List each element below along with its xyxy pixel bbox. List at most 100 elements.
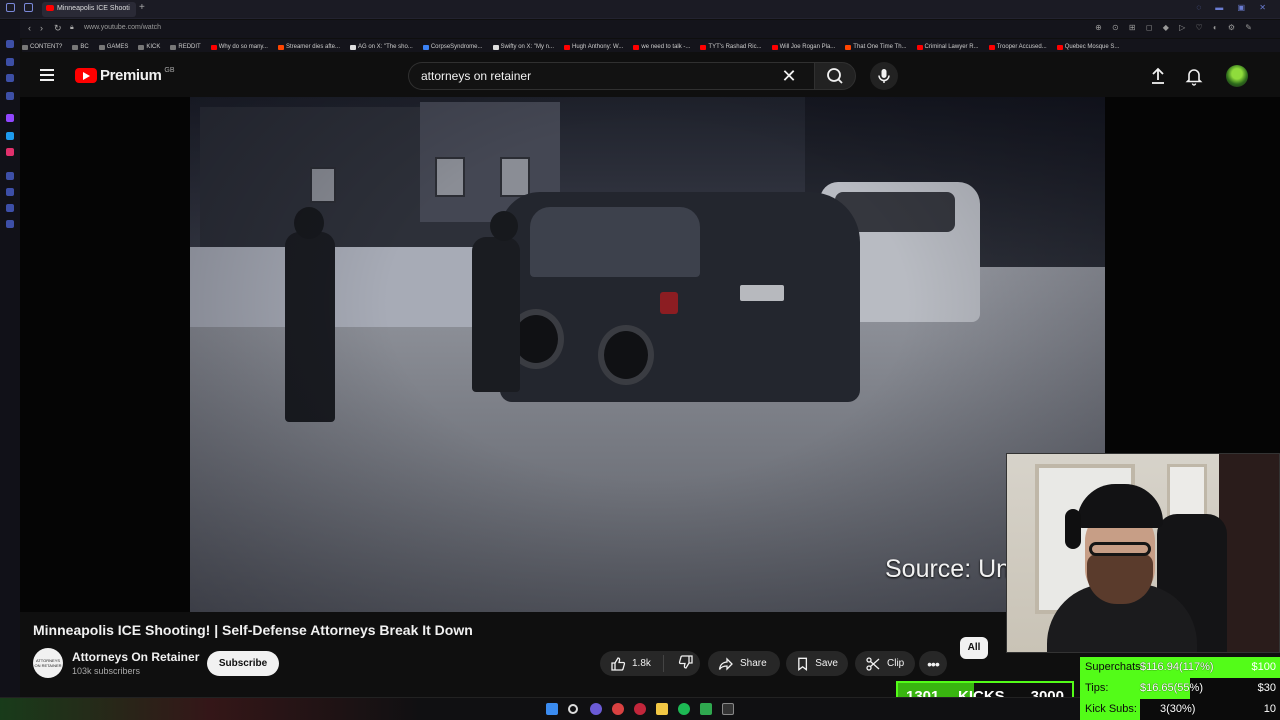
- sidebar-instagram-icon[interactable]: [6, 148, 14, 156]
- browser-menu-icon[interactable]: [6, 3, 15, 12]
- bookmark-item[interactable]: Criminal Lawyer R...: [916, 42, 979, 52]
- windows-start-icon[interactable]: [546, 703, 558, 715]
- bookmark-item[interactable]: KICK: [138, 42, 160, 52]
- share-button[interactable]: Share: [708, 651, 780, 676]
- bookmark-item[interactable]: Will Joe Rogan Pla...: [771, 42, 835, 52]
- notifications-button[interactable]: [1184, 66, 1204, 86]
- sidebar-history-icon[interactable]: [6, 172, 14, 180]
- clip-button[interactable]: Clip: [855, 651, 915, 676]
- extension-icons[interactable]: ⊕ ⊙ ⊞ ◻ ◆ ▷ ♡ ◐ ⚙ ✎: [1095, 23, 1256, 32]
- search-input[interactable]: [421, 69, 781, 83]
- stream-goal-row: Superchats: $116.94(117%) $100: [1080, 657, 1280, 678]
- youtube-premium-logo[interactable]: Premium GB: [75, 67, 175, 84]
- sidebar-panel-icon[interactable]: [6, 74, 14, 82]
- voice-search-button[interactable]: [870, 62, 898, 90]
- microphone-icon: [878, 69, 890, 83]
- youtube-favicon-icon: [46, 5, 54, 11]
- sidebar-messenger-icon[interactable]: [6, 58, 14, 66]
- bookmark-label: BC: [80, 44, 89, 50]
- forward-icon[interactable]: ›: [40, 23, 43, 33]
- video-frame[interactable]: Source: Unnamed Witnes: [190, 97, 1105, 612]
- sidebar-clock-icon[interactable]: [6, 188, 14, 196]
- like-dislike-group: 1.8k: [600, 651, 700, 676]
- folder-icon: [138, 44, 145, 50]
- bookmark-item[interactable]: Hugh Anthony: W...: [564, 42, 623, 52]
- bookmark-favicon-icon: [277, 44, 284, 50]
- sidebar-settings-icon[interactable]: [6, 220, 14, 228]
- bookmark-item[interactable]: Trooper Accused...: [988, 42, 1047, 52]
- new-tab-button[interactable]: +: [139, 2, 145, 13]
- sidebar-panel-icon[interactable]: [6, 92, 14, 100]
- channel-name[interactable]: Attorneys On Retainer: [72, 650, 199, 664]
- bookmark-item[interactable]: That One Time Th...: [845, 42, 907, 52]
- bookmark-item[interactable]: CONTENT?: [22, 42, 62, 52]
- bookmark-item[interactable]: we need to talk -...: [633, 42, 690, 52]
- taskbar-terminal-icon[interactable]: [722, 703, 734, 715]
- sidebar-panel-icon[interactable]: [6, 204, 14, 212]
- logo-text: Premium: [100, 67, 162, 84]
- taskbar-spotify-icon[interactable]: [678, 703, 690, 715]
- save-label: Save: [815, 658, 838, 669]
- bookmark-item[interactable]: AG on X: "The sho...: [350, 42, 413, 52]
- bookmark-item[interactable]: Swifty on X: "My n...: [492, 42, 554, 52]
- search-icon: [827, 68, 843, 84]
- streamer-webcam-overlay: [1006, 453, 1280, 653]
- bookmark-favicon-icon: [633, 44, 640, 50]
- address-bar[interactable]: www.youtube.com/watch: [84, 24, 161, 31]
- bookmark-label: AG on X: "The sho...: [358, 44, 413, 50]
- like-button[interactable]: 1.8k: [600, 655, 664, 672]
- bookmark-item[interactable]: REDDIT: [170, 42, 201, 52]
- upload-button[interactable]: [1148, 66, 1168, 86]
- dislike-button[interactable]: [670, 654, 694, 673]
- hamburger-menu-icon[interactable]: [40, 69, 54, 81]
- bookmark-item[interactable]: Streamer dies afte...: [277, 42, 340, 52]
- bookmark-favicon-icon: [350, 44, 356, 50]
- bookmark-label: KICK: [146, 44, 161, 50]
- subscribe-button[interactable]: Subscribe: [207, 651, 279, 676]
- clear-search-button[interactable]: ✕: [779, 66, 799, 86]
- sidebar-home-icon[interactable]: [6, 40, 14, 48]
- video-title: Minneapolis ICE Shooting! | Self-Defense…: [33, 622, 473, 638]
- window-controls[interactable]: ◌ ▬ ▣ ✕: [1196, 3, 1272, 12]
- sidebar-messenger-icon[interactable]: [6, 132, 14, 140]
- bookmark-item[interactable]: CorpseSyndrome...: [422, 42, 483, 52]
- search-button[interactable]: [814, 62, 856, 90]
- search-box[interactable]: ✕: [408, 62, 836, 90]
- bookmark-favicon-icon: [845, 44, 852, 50]
- taskbar-app-icon[interactable]: [700, 703, 712, 715]
- folder-icon: [170, 44, 177, 50]
- channel-avatar[interactable]: ATTORNEYS ON RETAINER: [33, 648, 63, 678]
- bookmark-item[interactable]: Quebec Mosque S...: [1056, 42, 1119, 52]
- bookmark-item[interactable]: Why do so many...: [210, 42, 268, 52]
- bookmark-label: Why do so many...: [218, 44, 268, 50]
- bookmark-favicon-icon: [1056, 44, 1063, 50]
- tab-overview-icon[interactable]: [24, 3, 33, 12]
- browser-tab-active[interactable]: Minneapolis ICE Shooti: [42, 2, 136, 17]
- taskbar-file-explorer-icon[interactable]: [656, 703, 668, 715]
- browser-nav-bar: ‹ › ↻ 🔒︎ www.youtube.com/watch ⊕ ⊙ ⊞ ◻ ◆…: [0, 20, 1280, 38]
- bookmark-item[interactable]: TYT's Rashad Ric...: [700, 42, 762, 52]
- back-icon[interactable]: ‹: [28, 23, 31, 33]
- taskbar-app-icon[interactable]: [612, 703, 624, 715]
- taskbar-search-icon[interactable]: [568, 704, 578, 714]
- upload-icon: [1152, 67, 1164, 84]
- taskbar-opera-icon[interactable]: [634, 703, 646, 715]
- bookmark-item[interactable]: BC: [72, 42, 89, 52]
- sidebar-twitch-icon[interactable]: [6, 114, 14, 122]
- taskbar-app-icon[interactable]: [590, 703, 602, 715]
- scissors-icon: [866, 656, 880, 671]
- stream-goal-label: Kick Subs:: [1085, 703, 1137, 715]
- folder-icon: [22, 44, 28, 50]
- chip-all[interactable]: All: [960, 637, 988, 659]
- reload-icon[interactable]: ↻: [54, 23, 62, 34]
- bookmark-label: Streamer dies afte...: [285, 44, 340, 50]
- bookmark-item[interactable]: GAMES: [98, 42, 128, 52]
- thumbs-down-icon: [678, 655, 693, 669]
- stream-goal-target: $100: [1251, 661, 1276, 673]
- more-actions-button[interactable]: •••: [919, 651, 947, 676]
- bookmark-favicon-icon: [210, 44, 217, 50]
- browser-sidebar: [0, 20, 20, 700]
- user-avatar[interactable]: [1226, 65, 1248, 87]
- save-button[interactable]: Save: [786, 651, 848, 676]
- bookmark-label: we need to talk -...: [641, 44, 691, 50]
